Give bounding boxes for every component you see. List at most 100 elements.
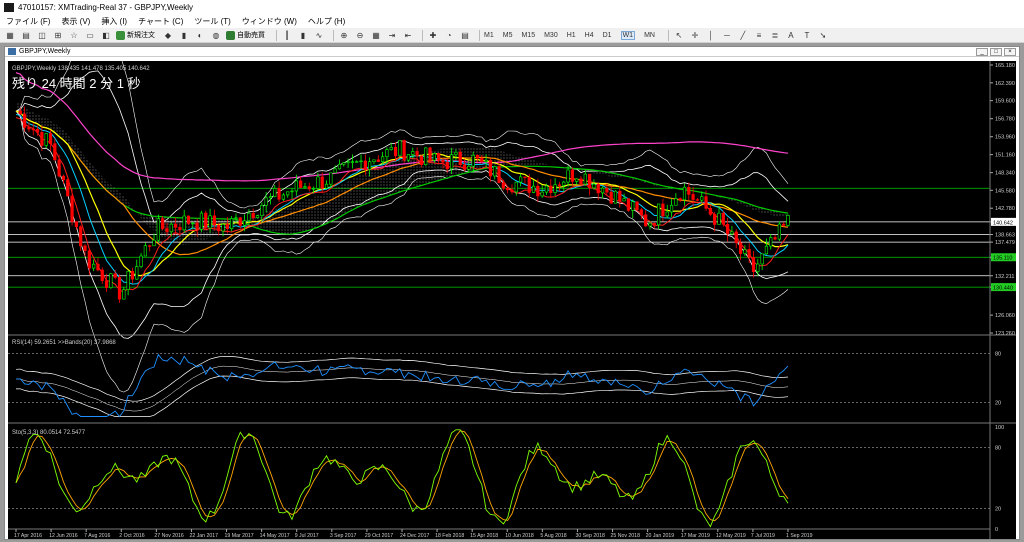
close-button[interactable]: × xyxy=(1004,48,1016,56)
candle-body xyxy=(575,178,579,182)
menu-window[interactable]: ウィンドウ (W) xyxy=(242,16,297,27)
candle-body xyxy=(488,159,493,177)
new-order-label: 新規注文 xyxy=(127,32,155,39)
cursor-icon[interactable]: ↖ xyxy=(673,30,685,41)
price-tick-label: 137.479 xyxy=(995,240,1015,246)
label-icon[interactable]: T xyxy=(801,30,813,41)
date-tick-label: 15 Apr 2018 xyxy=(470,533,498,539)
strategy-tester-icon[interactable]: ◧ xyxy=(100,30,112,41)
timeframe-m5[interactable]: M5 xyxy=(503,32,513,39)
candle-body xyxy=(152,239,156,247)
indicators-icon[interactable]: ✚ xyxy=(427,30,439,41)
profiles-icon[interactable]: ▤ xyxy=(20,30,32,41)
kijun-line xyxy=(15,113,789,285)
price-tick-label: 142.780 xyxy=(995,206,1015,212)
ohlc-line: GBPJPY,Weekly 138.435 141.478 135.405 14… xyxy=(12,66,150,72)
navigator-icon[interactable]: ☆ xyxy=(68,30,80,41)
candle-body xyxy=(424,147,428,166)
menu-chart[interactable]: チャート (C) xyxy=(138,16,183,27)
candle-body xyxy=(523,176,527,178)
candle-body xyxy=(311,188,316,190)
timeframe-h4[interactable]: H4 xyxy=(585,32,594,39)
chart-shift-icon[interactable]: ⇤ xyxy=(402,30,414,41)
timeframe-h1[interactable]: H1 xyxy=(567,32,576,39)
timeframe-m30[interactable]: M30 xyxy=(544,32,558,39)
menu-help[interactable]: ヘルプ (H) xyxy=(308,16,345,27)
candlestick-icon[interactable]: ▮ xyxy=(297,30,309,41)
candle-body xyxy=(674,198,678,206)
minimize-button[interactable]: _ xyxy=(976,48,988,56)
rsi-label: RSI(14) 59.2651 >>Bands(20) 37.9868 xyxy=(12,340,116,346)
new-chart-icon[interactable]: ▦ xyxy=(4,30,16,41)
periods-icon[interactable]: ◔ xyxy=(443,30,455,41)
candle-body xyxy=(743,249,747,254)
auto-trade-button[interactable]: 自動売買 xyxy=(226,30,265,40)
tile-windows-icon[interactable]: ▦ xyxy=(370,30,382,41)
auto-scroll-icon[interactable]: ⇥ xyxy=(386,30,398,41)
templates-icon[interactable]: ▤ xyxy=(459,30,471,41)
menu-file[interactable]: ファイル (F) xyxy=(6,16,50,27)
terminal-icon[interactable]: ▭ xyxy=(84,30,96,41)
bar-chart-icon[interactable]: ┃ xyxy=(281,30,293,41)
maximize-button[interactable]: □ xyxy=(990,48,1002,56)
candle-body xyxy=(588,173,592,189)
vps-icon[interactable]: ◍ xyxy=(210,30,222,41)
candle-body xyxy=(186,215,191,224)
candle-body xyxy=(449,154,454,170)
candle-body xyxy=(307,186,311,190)
price-tick-label: 151.160 xyxy=(995,153,1015,159)
candle-body xyxy=(376,159,380,162)
candle-body xyxy=(182,215,186,231)
date-tick-label: 7 Jul 2019 xyxy=(751,533,775,539)
candle-body xyxy=(329,172,333,185)
timeframe-d1[interactable]: D1 xyxy=(603,32,612,39)
candle-body xyxy=(506,187,510,191)
candle-body xyxy=(437,153,441,161)
candle-body xyxy=(148,245,152,247)
zoom-out-icon[interactable]: ⊖ xyxy=(354,30,366,41)
vertical-line-icon[interactable]: │ xyxy=(705,30,717,41)
menu-insert[interactable]: 挿入 (I) xyxy=(101,16,127,27)
candle-body xyxy=(721,212,725,225)
candle-body xyxy=(514,181,518,193)
date-tick-label: 3 Sep 2017 xyxy=(330,533,357,539)
timeframe-mn[interactable]: MN xyxy=(644,32,655,39)
menu-tools[interactable]: ツール (T) xyxy=(194,16,230,27)
fibonacci-icon[interactable]: ≣ xyxy=(769,30,781,41)
market-watch-icon[interactable]: ◫ xyxy=(36,30,48,41)
line-chart-icon[interactable]: ∿ xyxy=(313,30,325,41)
candle-body xyxy=(665,211,669,217)
meta-editor-icon[interactable]: ◆ xyxy=(162,30,174,41)
timeframe-w1[interactable]: W1 xyxy=(620,30,636,40)
ma-fast-line xyxy=(15,110,789,277)
chart-plot-area[interactable]: 165.180 162.390 159.600 156.780 153.960 151.1… xyxy=(8,15,1016,539)
candle-body xyxy=(92,263,96,269)
horizontal-line-icon[interactable]: ─ xyxy=(721,30,733,41)
signals-icon[interactable]: ▮ xyxy=(178,30,190,41)
candle-body xyxy=(540,191,544,197)
axes: 165.180 162.390 159.600 156.780 153.960 151.1… xyxy=(8,61,1016,539)
trendline-icon[interactable]: ╱ xyxy=(737,30,749,41)
new-order-button[interactable]: 新規注文 xyxy=(116,30,155,40)
candle-body xyxy=(87,250,91,269)
candle-body xyxy=(173,223,178,228)
arrows-icon[interactable]: ➘ xyxy=(817,30,829,41)
menu-view[interactable]: 表示 (V) xyxy=(61,16,90,27)
candle-body xyxy=(669,204,674,213)
market-icon[interactable]: ◐ xyxy=(194,30,206,41)
candle-body xyxy=(708,207,712,215)
candle-body xyxy=(726,223,730,235)
zoom-in-icon[interactable]: ⊕ xyxy=(338,30,350,41)
data-window-icon[interactable]: ⊞ xyxy=(52,30,64,41)
bollinger-lower-3 xyxy=(15,110,789,393)
candle-body xyxy=(419,155,424,166)
candle-body xyxy=(359,160,363,163)
crosshair-icon[interactable]: ✛ xyxy=(689,30,701,41)
candle-body xyxy=(682,186,687,201)
timeframe-m15[interactable]: M15 xyxy=(521,32,535,39)
channel-icon[interactable]: ≡ xyxy=(753,30,765,41)
candle-body xyxy=(467,165,471,170)
text-icon[interactable]: A xyxy=(785,30,797,41)
timeframe-m1[interactable]: M1 xyxy=(484,32,494,39)
candle-body xyxy=(139,255,143,267)
